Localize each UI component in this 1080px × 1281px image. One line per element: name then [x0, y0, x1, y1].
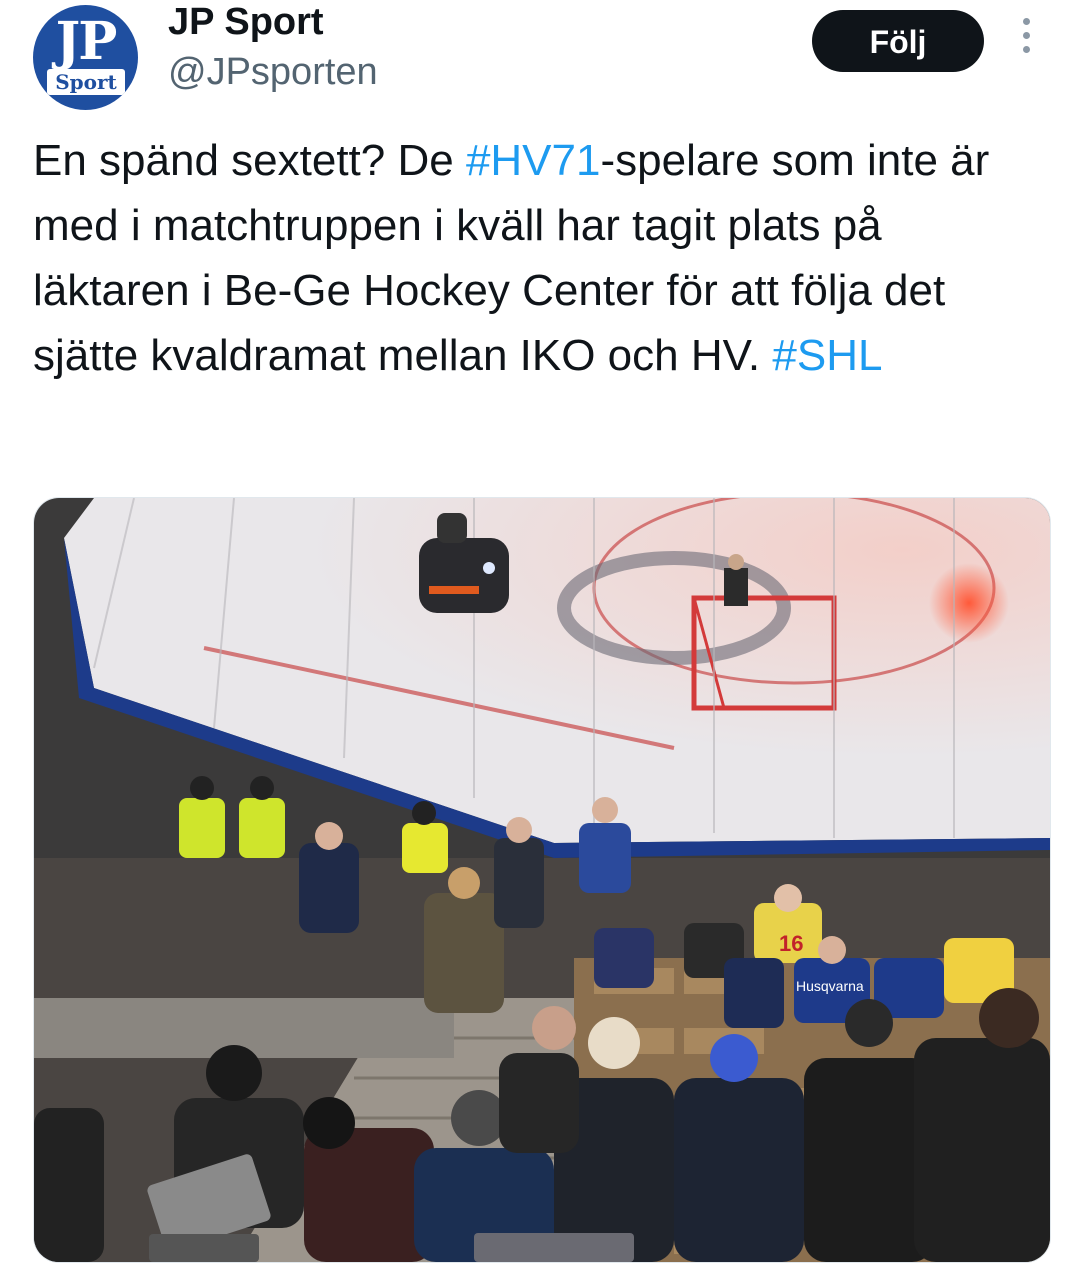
sponsor-text: Husqvarna [796, 978, 864, 994]
tweet-card: JP Sport JP Sport @JPsporten Följ En spä… [0, 0, 1080, 1281]
tweet-text-part: En spänd sextett? De [33, 136, 466, 185]
hashtag-link[interactable]: #SHL [772, 331, 882, 380]
avatar[interactable]: JP Sport [33, 5, 138, 110]
follow-button[interactable]: Följ [812, 10, 984, 72]
arena-photo: 16 Husqvarna [34, 498, 1050, 1262]
author-name[interactable]: JP Sport [168, 0, 324, 44]
tweet-text: En spänd sextett? De #HV71-spelare som i… [33, 128, 1043, 388]
avatar-logo-text: JP [55, 11, 118, 72]
author-handle[interactable]: @JPsporten [168, 50, 378, 94]
avatar-logo-subtext: Sport [47, 69, 125, 95]
more-vertical-icon[interactable] [1014, 18, 1038, 62]
hashtag-link[interactable]: #HV71 [466, 136, 601, 185]
jersey-number: 16 [779, 931, 803, 956]
tweet-photo[interactable]: 16 Husqvarna [33, 497, 1051, 1263]
